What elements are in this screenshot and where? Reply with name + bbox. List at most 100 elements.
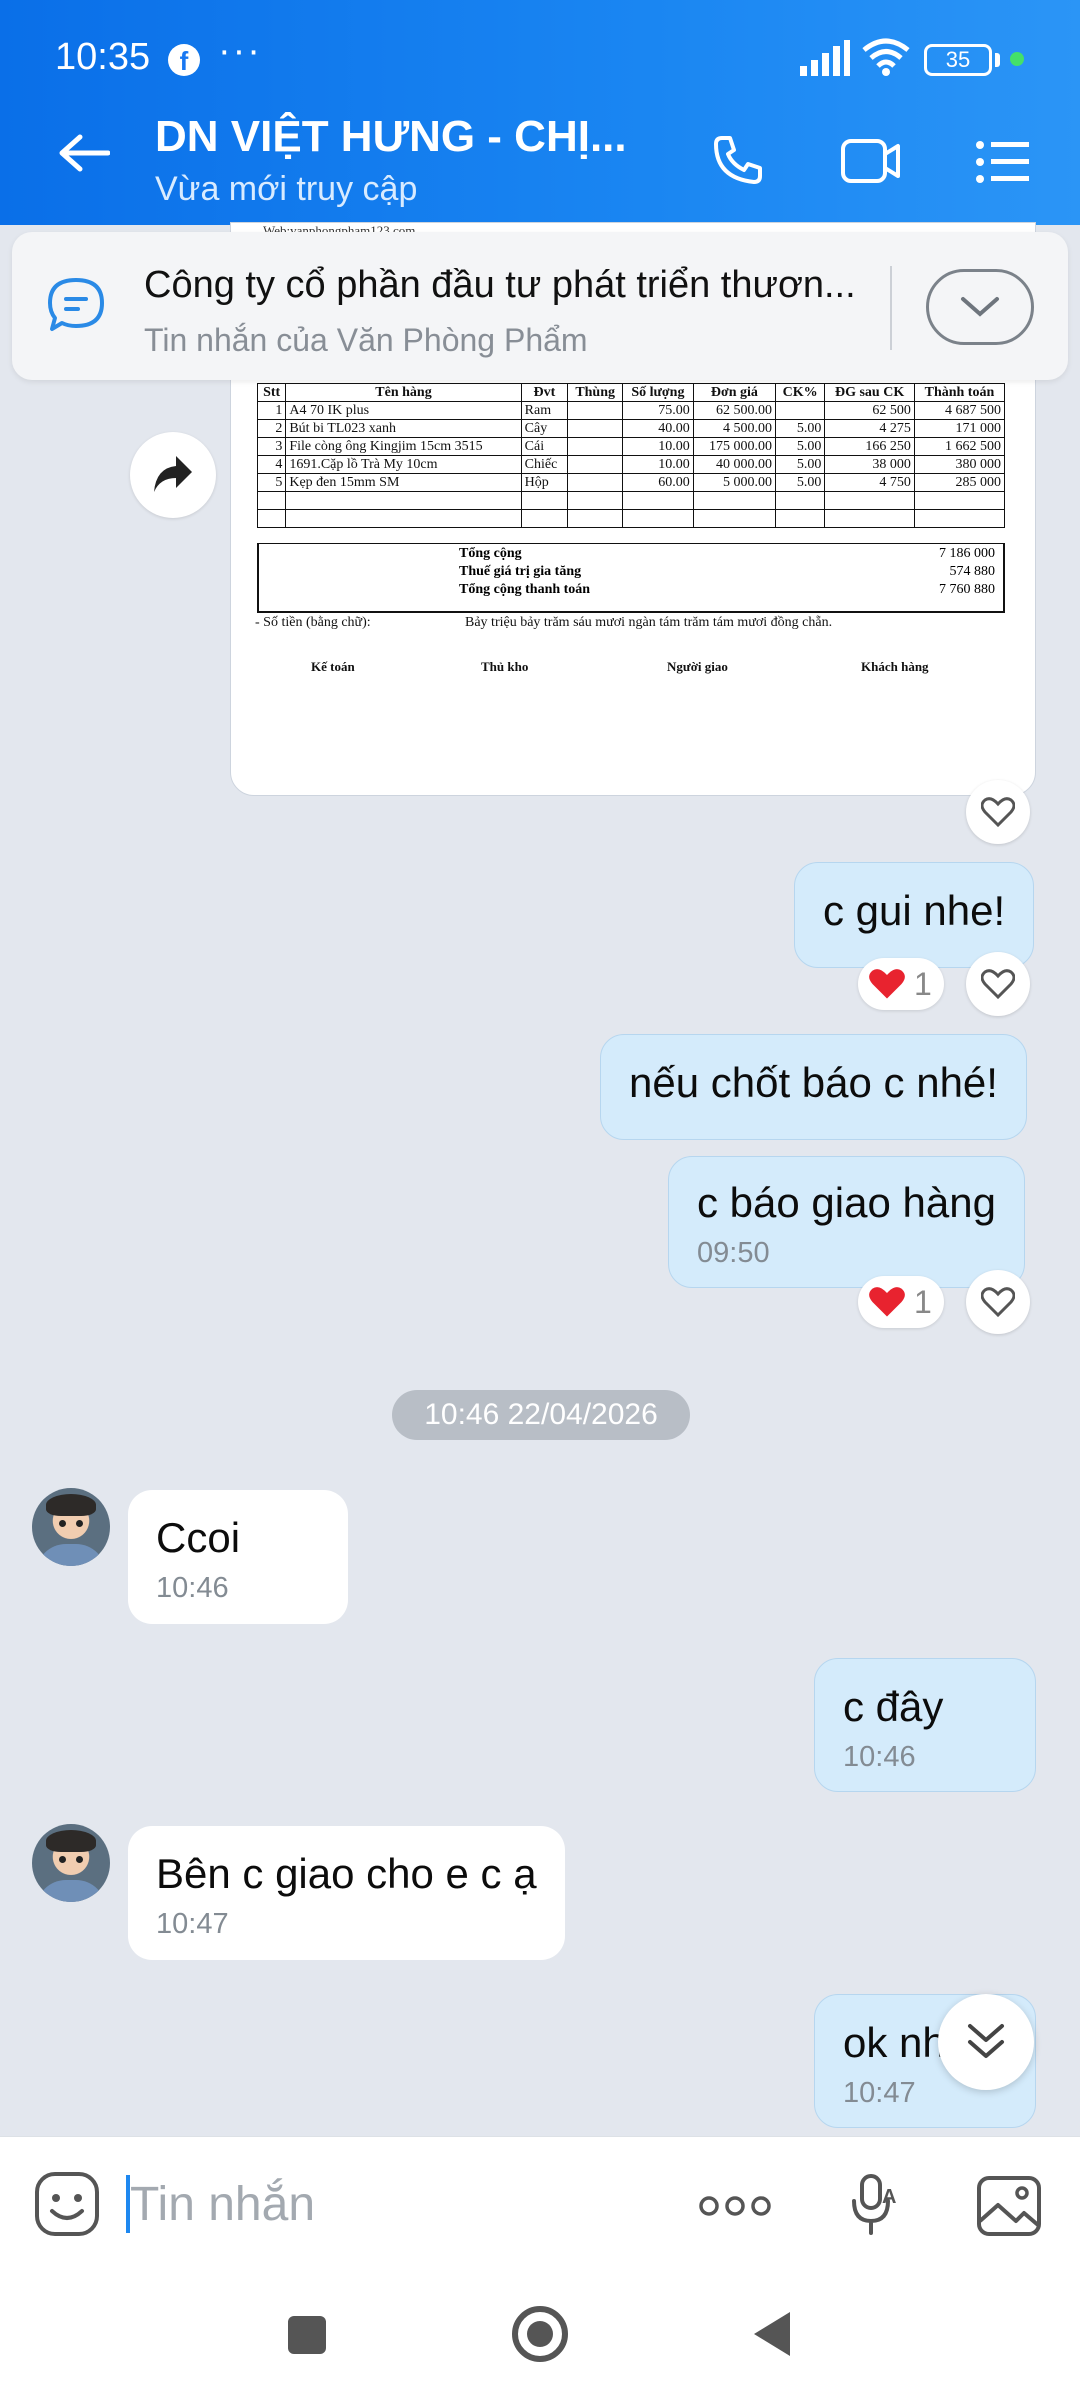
recent-apps-button[interactable] <box>288 2316 326 2354</box>
invoice-cell: 1691.Cặp lồ Trà My 10cm <box>285 455 522 474</box>
phone-call-icon[interactable] <box>710 132 766 188</box>
top-bar: 10:35 f ··· 35 DN VIỆT HƯNG - CHỊ... Vừa… <box>0 0 1080 225</box>
invoice-cell: 4 275 <box>824 419 915 438</box>
more-options-icon[interactable] <box>698 2195 772 2217</box>
message-text: Ccoi <box>156 1514 241 1561</box>
system-navigation-bar <box>0 2270 1080 2400</box>
invoice-cell: 5.00 <box>774 419 826 438</box>
outgoing-message[interactable]: c báo giao hàng 09:50 <box>668 1156 1025 1288</box>
facebook-notification-icon: f <box>168 44 200 76</box>
invoice-cell: 4 750 <box>824 473 915 492</box>
invoice-cell: 3 <box>256 437 287 456</box>
invoice-cell: Cây <box>520 419 569 438</box>
battery-tip <box>995 53 1000 67</box>
reaction-summary[interactable]: 1 <box>858 958 944 1010</box>
invoice-cell: 171 000 <box>913 419 1006 438</box>
invoice-table: Stt Tên hàng Đvt Thùng Số lượng Đơn giá CK% ĐG … <box>256 383 1006 528</box>
system-back-icon[interactable] <box>752 2310 792 2358</box>
pinned-message-banner[interactable]: Công ty cổ phần đầu tư phát triển thươn.… <box>12 232 1068 380</box>
invoice-cell: Cái <box>520 437 569 456</box>
heart-icon <box>869 1287 905 1317</box>
invoice-cell: 4 500.00 <box>692 419 776 438</box>
invoice-cell: 166 250 <box>824 437 915 456</box>
invoice-cell: 38 000 <box>824 455 915 474</box>
invoice-cell: Chiếc <box>520 455 569 474</box>
reaction-summary[interactable]: 1 <box>858 1276 944 1328</box>
invoice-cell: Kẹp đen 15mm SM <box>285 473 522 492</box>
wifi-icon <box>862 38 910 76</box>
invoice-cell <box>774 401 826 420</box>
incoming-message[interactable]: Ccoi 10:46 <box>128 1490 348 1624</box>
message-input[interactable] <box>130 2171 650 2237</box>
invoice-cell <box>567 473 624 492</box>
invoice-cell <box>567 401 624 420</box>
chat-options-icon[interactable] <box>975 140 1031 184</box>
invoice-cell: 5.00 <box>774 455 826 474</box>
invoice-column-header: Stt <box>256 383 287 402</box>
vat-label: Thuế giá trị gia tăng <box>459 564 582 579</box>
invoice-row: 4 1691.Cặp lồ Trà My 10cm Chiếc 10.00 40 000… <box>256 455 1006 474</box>
message-text: Bên c giao cho e c ạ <box>156 1850 537 1897</box>
forward-button[interactable] <box>130 432 216 518</box>
invoice-column-header: Thành toán <box>913 383 1006 402</box>
video-call-icon[interactable] <box>840 138 902 184</box>
outgoing-message[interactable]: nếu chốt báo c nhé! <box>600 1034 1027 1140</box>
reaction-count: 1 <box>914 966 932 1002</box>
heart-outline-icon <box>981 797 1015 827</box>
scroll-to-bottom-button[interactable] <box>938 1994 1034 2090</box>
invoice-row: 1 A4 70 IK plus Ram 75.00 62 500.00 62 500 4 6… <box>256 401 1006 420</box>
sticker-icon[interactable] <box>34 2171 100 2237</box>
pinned-message-source: Tin nhắn của Văn Phòng Phẩm <box>144 322 588 358</box>
pinned-expand-button[interactable] <box>926 269 1034 345</box>
invoice-cell: 1 <box>256 401 287 420</box>
invoice-cell: 5 <box>256 473 287 492</box>
chat-title[interactable]: DN VIỆT HƯNG - CHỊ... <box>155 112 627 162</box>
message-text: ok nh <box>843 2019 946 2066</box>
message-time: 10:46 <box>843 1741 916 1773</box>
back-arrow-icon[interactable] <box>58 133 110 173</box>
signer-customer: Khách hàng <box>861 659 929 674</box>
invoice-cell: A4 70 IK plus <box>285 401 522 420</box>
react-button[interactable] <box>966 780 1030 844</box>
total-label: Tổng cộng <box>459 546 522 561</box>
contact-avatar[interactable] <box>32 1824 110 1902</box>
message-time: 10:46 <box>156 1572 229 1604</box>
chat-subtitle: Vừa mới truy cập <box>155 170 418 208</box>
invoice-cell: 1 662 500 <box>913 437 1006 456</box>
voice-to-text-icon[interactable]: A <box>848 2173 900 2237</box>
message-time: 10:47 <box>156 1908 229 1940</box>
invoice-header-row: Stt Tên hàng Đvt Thùng Số lượng Đơn giá CK% ĐG … <box>256 383 1006 402</box>
invoice-row: 3 File còng ông Kingjim 15cm 3515 Cái 10.00… <box>256 437 1006 456</box>
invoice-cell: Ram <box>520 401 569 420</box>
message-text: nếu chốt báo c nhé! <box>629 1059 998 1106</box>
total-value: 7 186 000 <box>939 546 995 561</box>
heart-icon <box>869 969 905 999</box>
invoice-cell: 5.00 <box>774 473 826 492</box>
chevron-down-icon <box>961 297 999 317</box>
outgoing-message[interactable]: c đây 10:46 <box>814 1658 1036 1792</box>
contact-avatar[interactable] <box>32 1488 110 1566</box>
home-button[interactable] <box>512 2306 568 2362</box>
react-button[interactable] <box>966 1270 1030 1334</box>
incoming-message[interactable]: Bên c giao cho e c ạ 10:47 <box>128 1826 565 1960</box>
amount-in-words-label: - Số tiền (bằng chữ): <box>255 615 371 630</box>
date-separator: 10:46 22/04/2026 <box>392 1390 690 1440</box>
invoice-cell: File còng ông Kingjim 15cm 3515 <box>285 437 522 456</box>
invoice-cell: 4 <box>256 455 287 474</box>
charging-dot <box>1010 52 1024 66</box>
react-button[interactable] <box>966 952 1030 1016</box>
invoice-cell: Hộp <box>520 473 569 492</box>
signer-deliverer: Người giao <box>667 659 728 674</box>
invoice-cell: 75.00 <box>622 401 694 420</box>
invoice-column-header: Số lượng <box>622 383 694 402</box>
invoice-cell: 285 000 <box>913 473 1006 492</box>
svg-text:A: A <box>882 2186 896 2208</box>
signer-accountant: Kế toán <box>311 659 355 674</box>
amount-in-words-value: Bảy triệu bảy trăm sáu mươi ngàn tám tră… <box>465 615 833 630</box>
image-picker-icon[interactable] <box>976 2175 1042 2237</box>
invoice-cell: 60.00 <box>622 473 694 492</box>
double-chevron-down-icon <box>968 2024 1004 2058</box>
invoice-cell <box>567 419 624 438</box>
invoice-totals: Tổng cộng 7 186 000 Thuế giá trị gia tăng… <box>257 543 1005 613</box>
invoice-column-header: CK% <box>774 383 826 402</box>
